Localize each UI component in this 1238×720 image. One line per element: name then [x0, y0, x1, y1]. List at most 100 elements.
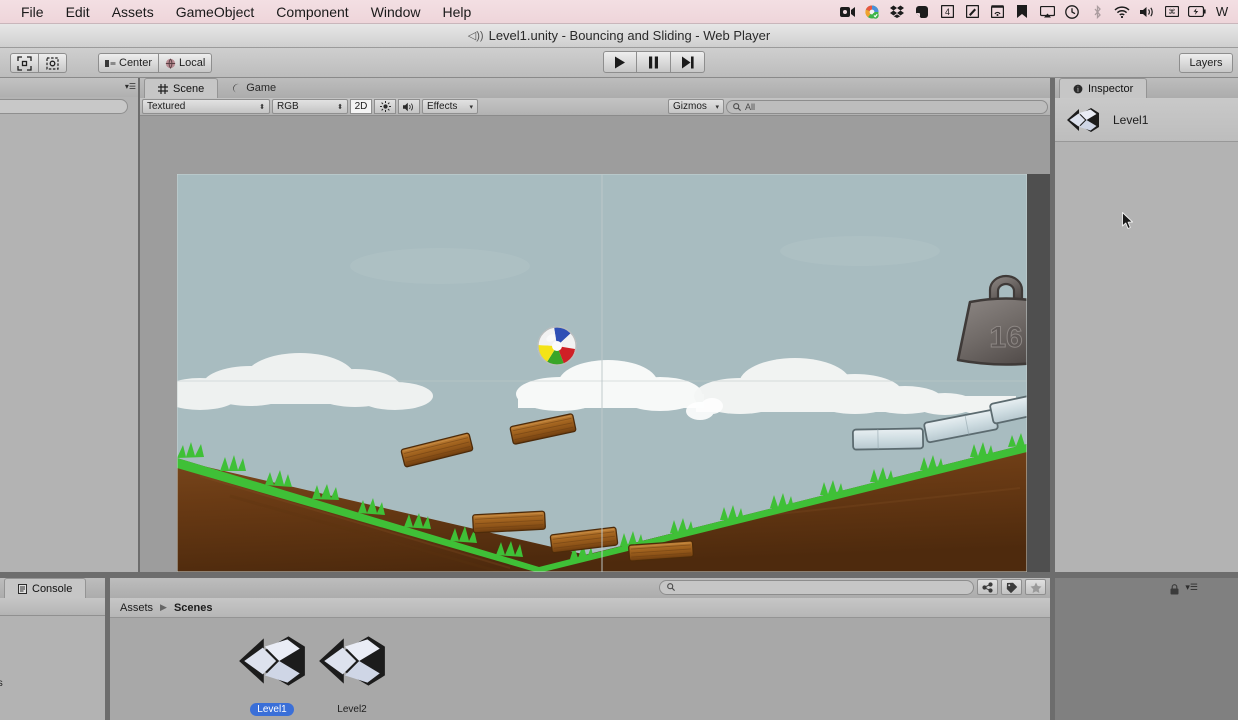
- calendar-icon[interactable]: 4: [935, 0, 959, 24]
- window-title: Level1.unity - Bouncing and Sliding - We…: [488, 28, 771, 43]
- filter-by-type-button[interactable]: [977, 579, 998, 595]
- divider-hierarchy-scene[interactable]: [138, 78, 140, 572]
- divider-console-project[interactable]: [105, 578, 110, 720]
- search-icon: [733, 102, 741, 111]
- divider-project-right[interactable]: [1050, 578, 1055, 720]
- pivot-tools-group: Center Local: [98, 53, 213, 73]
- tab-inspector-label: Inspector: [1088, 82, 1134, 95]
- sun-icon: [379, 101, 391, 112]
- filter-by-label-button[interactable]: [1001, 579, 1022, 595]
- scene-search-input[interactable]: All: [726, 99, 1048, 114]
- gamepad-icon: [233, 83, 240, 93]
- mouse-cursor: [1122, 212, 1134, 230]
- filter-favorites-button[interactable]: [1025, 579, 1046, 595]
- hierarchy-tree[interactable]: ≡ ≡: [0, 118, 140, 572]
- chevron-down-icon-2: ▾: [715, 103, 719, 111]
- lock-icon[interactable]: [1170, 582, 1179, 600]
- project-breadcrumb: Assets ▶ Scenes: [110, 598, 1050, 618]
- label-icon: [1006, 582, 1017, 593]
- inspector-selected-object[interactable]: Level1: [1055, 98, 1238, 142]
- tab-console-label: Console: [32, 582, 73, 595]
- project-panel: Assets ▶ Scenes Level1 Level2: [110, 578, 1050, 720]
- project-asset-grid[interactable]: Level1 Level2: [110, 618, 1050, 720]
- layers-dropdown-group: Layers: [1179, 53, 1233, 73]
- svg-text:i: i: [1077, 85, 1079, 93]
- play-button[interactable]: [603, 51, 637, 73]
- gizmos-dropdown[interactable]: Gizmos ▾: [668, 99, 724, 114]
- screen-recorder-icon[interactable]: [835, 0, 859, 24]
- tab-scene[interactable]: Scene: [144, 78, 219, 98]
- menu-assets[interactable]: Assets: [101, 0, 165, 24]
- asset-item-level2[interactable]: Level2: [308, 628, 396, 717]
- breadcrumb-assets[interactable]: Assets: [120, 602, 153, 614]
- unity-scene-icon: [239, 636, 305, 686]
- color-mode-dropdown[interactable]: RGB ⬍: [272, 99, 348, 114]
- tab-console[interactable]: Console: [4, 578, 87, 598]
- menu-edit[interactable]: Edit: [55, 0, 101, 24]
- notes-icon[interactable]: [960, 0, 984, 24]
- breadcrumb-separator-icon: ▶: [160, 602, 167, 612]
- backup-icon[interactable]: [985, 0, 1009, 24]
- pivot-mode-label: Center: [119, 57, 153, 69]
- options-icon[interactable]: ▾☰: [1185, 582, 1198, 600]
- step-button[interactable]: [671, 51, 705, 73]
- asset-item-level1[interactable]: Level1: [228, 628, 316, 717]
- draw-mode-dropdown[interactable]: Textured ⬍: [142, 99, 270, 114]
- inspector-body: Level1: [1055, 98, 1238, 572]
- scene-view-toolbar: Textured ⬍ RGB ⬍ 2D Effects ▾ Gizmos ▾ A…: [140, 98, 1050, 116]
- evernote-icon[interactable]: [910, 0, 934, 24]
- project-search-input[interactable]: [659, 579, 974, 595]
- svg-text:16: 16: [989, 321, 1022, 354]
- playback-controls: [603, 51, 705, 73]
- effects-dropdown[interactable]: Effects ▾: [422, 99, 478, 114]
- search-icon: [667, 583, 675, 591]
- svg-text:⌘: ⌘: [1169, 8, 1176, 16]
- time-machine-icon[interactable]: [1060, 0, 1084, 24]
- input-source-icon[interactable]: ⌘: [1160, 0, 1184, 24]
- console-ghost-1: als: [0, 678, 3, 689]
- tab-game[interactable]: Game: [218, 78, 289, 98]
- menu-component[interactable]: Component: [265, 0, 359, 24]
- os-status-icons: 4 ⌘ W: [835, 0, 1238, 24]
- gizmos-label: Gizmos: [673, 101, 707, 112]
- hierarchy-search-input[interactable]: [0, 99, 128, 114]
- scale-tool[interactable]: [10, 53, 39, 73]
- bookmark-icon[interactable]: [1010, 0, 1034, 24]
- wifi-icon[interactable]: [1110, 0, 1134, 24]
- pause-button[interactable]: [637, 51, 671, 73]
- type-icon: [981, 581, 993, 593]
- console-icon: [18, 583, 27, 594]
- breadcrumb-scenes[interactable]: Scenes: [174, 602, 213, 614]
- project-toolbar: [110, 578, 1050, 598]
- color-wheel-icon[interactable]: [860, 0, 884, 24]
- menu-help[interactable]: Help: [431, 0, 482, 24]
- wood-plank-3: [472, 510, 546, 534]
- toggle-lighting-button[interactable]: [374, 99, 396, 114]
- pivot-rotation-button[interactable]: Local: [159, 53, 213, 73]
- toggle-2d-button[interactable]: 2D: [350, 99, 372, 114]
- user-menu-icon[interactable]: W: [1210, 0, 1234, 24]
- pivot-rotation-label: Local: [179, 57, 206, 69]
- pivot-mode-button[interactable]: Center: [98, 53, 160, 73]
- dropbox-icon[interactable]: [885, 0, 909, 24]
- layers-dropdown[interactable]: Layers: [1179, 53, 1233, 73]
- hierarchy-header: ▾☰: [0, 78, 140, 97]
- os-menu-bar: File Edit Assets GameObject Component Wi…: [0, 0, 1238, 24]
- unity-scene-icon-2: [319, 636, 385, 686]
- divider-scene-inspector[interactable]: [1050, 78, 1055, 572]
- rect-tool[interactable]: [39, 53, 67, 73]
- volume-icon[interactable]: [1135, 0, 1159, 24]
- chevron-updown-icon-2: ⬍: [337, 103, 343, 111]
- unity-editor-window: File Edit Assets GameObject Component Wi…: [0, 0, 1238, 720]
- airplay-icon[interactable]: [1035, 0, 1059, 24]
- battery-icon[interactable]: [1185, 0, 1209, 24]
- toggle-audio-button[interactable]: [398, 99, 420, 114]
- bluetooth-icon[interactable]: [1085, 0, 1109, 24]
- menu-window[interactable]: Window: [360, 0, 432, 24]
- hierarchy-options-icon[interactable]: ▾☰: [125, 82, 136, 91]
- menu-file[interactable]: File: [10, 0, 55, 24]
- tab-inspector[interactable]: i Inspector: [1059, 78, 1148, 98]
- scene-search-scope: All: [745, 101, 756, 112]
- scene-viewport[interactable]: 16: [140, 116, 1050, 572]
- menu-gameobject[interactable]: GameObject: [165, 0, 266, 24]
